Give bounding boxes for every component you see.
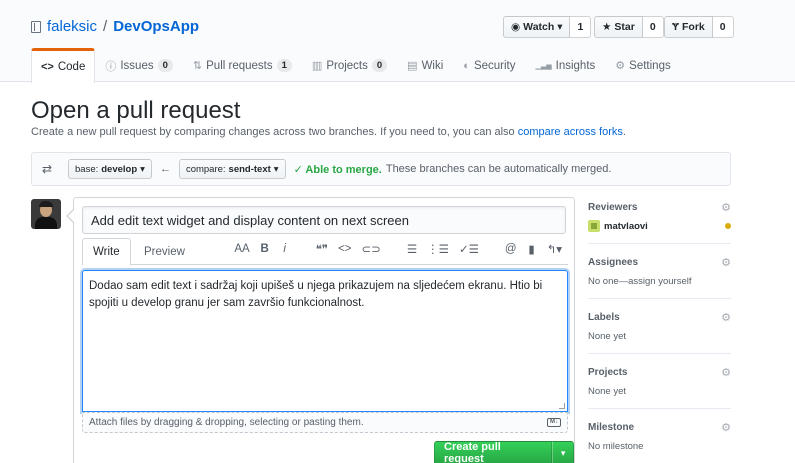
mention-icon[interactable]: @: [505, 243, 517, 255]
tab-security[interactable]: ◐ Security: [453, 48, 525, 82]
tab-settings[interactable]: ⚙ Settings: [605, 48, 680, 82]
resize-handle-icon[interactable]: [559, 403, 565, 409]
tab-code[interactable]: <> Code: [31, 48, 96, 83]
milestone-value: No milestone: [588, 440, 644, 452]
header-text-icon[interactable]: AA: [234, 243, 249, 255]
merge-ok-label: ✓ Able to merge.: [293, 163, 382, 176]
repo-name-link[interactable]: DevOpsApp: [113, 18, 199, 35]
book-icon: ▤: [407, 60, 418, 72]
arrow-left-icon: ←: [159, 163, 171, 175]
italic-icon[interactable]: i: [280, 243, 290, 255]
markdown-icon[interactable]: M↓: [547, 418, 561, 427]
pull-request-icon: ⇅: [192, 60, 203, 72]
range-editor: ⇄ base: develop ▾ ← compare: send-text ▾ ✓ A…: [31, 152, 731, 186]
assignees-value[interactable]: No one—assign yourself: [588, 275, 731, 287]
projects-counter: 0: [371, 59, 388, 72]
pulls-counter: 1: [276, 59, 292, 72]
attach-files-bar[interactable]: Attach files by dragging & dropping, sel…: [82, 412, 568, 433]
create-pr-group: Create pull request ▾: [434, 441, 574, 463]
bookmark-icon[interactable]: ▮: [527, 242, 537, 256]
projects-value: None yet: [588, 385, 627, 397]
repo-owner-link[interactable]: faleksic: [47, 18, 97, 35]
watch-action: ◉ Watch ▾ 1: [503, 16, 592, 38]
tab-write[interactable]: Write: [82, 238, 131, 266]
fork-action: Ɏ Fork 0: [664, 16, 734, 38]
pr-composer: Add edit text widget and display content…: [66, 197, 575, 463]
page-title: Open a pull request: [31, 97, 241, 124]
tab-projects[interactable]: ▥ Projects 0: [302, 48, 397, 82]
fork-count[interactable]: 0: [712, 16, 734, 38]
sidebar-assignees: Assignees ⚙ No one—assign yourself: [588, 255, 731, 299]
page-subtitle: Create a new pull request by comparing c…: [31, 126, 626, 138]
star-icon: ★: [602, 21, 612, 33]
gear-icon[interactable]: ⚙: [721, 311, 731, 324]
fork-button[interactable]: Ɏ Fork: [664, 16, 713, 38]
create-pull-request-button[interactable]: Create pull request: [434, 441, 553, 463]
quote-icon[interactable]: ❝❞: [316, 242, 328, 256]
repo-icon: [31, 20, 41, 33]
graph-icon: ▁▃▅: [535, 62, 552, 70]
fork-icon: Ɏ: [672, 21, 680, 33]
star-count[interactable]: 0: [642, 16, 664, 38]
merge-status-text: These branches can be automatically merg…: [385, 163, 612, 175]
tab-issues[interactable]: ⓘ Issues 0: [95, 48, 183, 82]
chevron-down-icon: ▾: [140, 163, 145, 175]
numbered-list-icon[interactable]: ⋮☰: [427, 242, 449, 256]
compare-forks-link[interactable]: compare across forks: [518, 126, 623, 138]
repo-nav: <> Code ⓘ Issues 0 ⇅ Pull requests 1 ▥ P…: [31, 48, 681, 83]
base-branch-select[interactable]: base: develop ▾: [68, 159, 152, 179]
reviewer-avatar: [588, 220, 600, 232]
attach-files-text: Attach files by dragging & dropping, sel…: [89, 417, 364, 428]
git-compare-icon: ⇄: [42, 162, 53, 176]
gear-icon[interactable]: ⚙: [721, 256, 731, 269]
reviewer-name[interactable]: matvlaovi: [604, 221, 648, 232]
markdown-toolbar: AA B i ❝❞ <> ⊂⊃ ☰ ⋮☰ ✓☰ @ ▮ ↰▾: [234, 242, 562, 256]
repo-separator: /: [103, 18, 108, 35]
sidebar-projects: Projects ⚙ None yet: [588, 365, 731, 409]
shield-icon: ◐: [463, 59, 470, 72]
pr-title-input[interactable]: Add edit text widget and display content…: [82, 206, 566, 234]
tab-wiki[interactable]: ▤ Wiki: [397, 48, 453, 82]
issues-counter: 0: [157, 59, 173, 72]
sidebar-labels: Labels ⚙ None yet: [588, 310, 731, 354]
task-list-icon[interactable]: ✓☰: [459, 242, 479, 256]
sidebar-reviewers: Reviewers ⚙ matvlaovi: [588, 200, 731, 244]
compare-branch-select[interactable]: compare: send-text ▾: [178, 159, 286, 179]
bold-icon[interactable]: B: [260, 243, 270, 255]
pr-sidebar: Reviewers ⚙ matvlaovi Assignees ⚙ No one—a…: [588, 200, 731, 463]
bullet-list-icon[interactable]: ☰: [407, 242, 417, 256]
create-options-dropdown[interactable]: ▾: [552, 441, 574, 463]
pending-review-icon: [725, 223, 731, 229]
eye-icon: ◉: [511, 21, 521, 33]
pr-body-textarea[interactable]: Dodao sam edit text i sadržaj koji upiše…: [82, 270, 568, 412]
watch-count[interactable]: 1: [570, 16, 592, 38]
gear-icon: ⚙: [615, 60, 626, 72]
repo-header: faleksic / DevOpsApp ◉ Watch ▾ 1 ★ Star 0 …: [0, 0, 795, 83]
tab-insights[interactable]: ▁▃▅ Insights: [525, 48, 605, 82]
sidebar-milestone: Milestone ⚙ No milestone: [588, 421, 731, 452]
avatar[interactable]: [31, 199, 61, 229]
editor-tabs: Write Preview AA B i ❝❞ <> ⊂⊃ ☰ ⋮☰ ✓☰ @ …: [82, 238, 568, 266]
star-action: ★ Star 0: [594, 16, 664, 38]
tab-preview[interactable]: Preview: [134, 238, 195, 266]
project-icon: ▥: [311, 60, 323, 72]
labels-value: None yet: [588, 330, 627, 342]
watch-button[interactable]: ◉ Watch ▾: [503, 16, 571, 38]
issue-icon: ⓘ: [105, 60, 117, 73]
tab-pull-requests[interactable]: ⇅ Pull requests 1: [183, 48, 302, 82]
repo-title: faleksic / DevOpsApp: [31, 18, 199, 35]
code-icon: <>: [41, 61, 54, 73]
gear-icon[interactable]: ⚙: [721, 421, 731, 434]
link-icon[interactable]: ⊂⊃: [362, 242, 381, 256]
chevron-down-icon: ▾: [273, 163, 279, 175]
gear-icon[interactable]: ⚙: [721, 201, 731, 214]
star-button[interactable]: ★ Star: [594, 16, 643, 38]
merge-status: ✓ Able to merge. These branches can be a…: [294, 163, 612, 176]
gear-icon[interactable]: ⚙: [721, 366, 731, 379]
reply-icon[interactable]: ↰▾: [547, 242, 562, 256]
code-icon[interactable]: <>: [338, 243, 351, 255]
